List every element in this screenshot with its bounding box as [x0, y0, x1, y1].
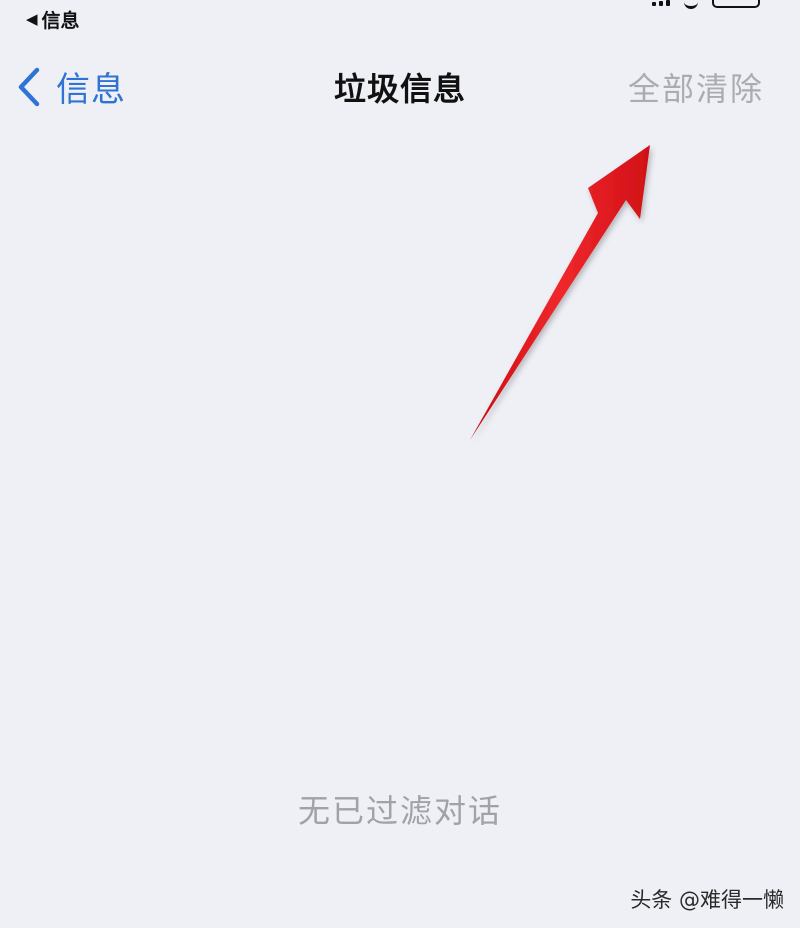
- status-bar-back-to-app[interactable]: ◀ 信息: [26, 6, 80, 33]
- wifi-icon: [684, 0, 698, 9]
- battery-icon: [712, 0, 760, 8]
- clear-all-button[interactable]: 全部清除: [628, 64, 764, 110]
- navigation-bar: 信息 垃圾信息 全部清除: [0, 50, 800, 116]
- status-indicators: [652, 0, 760, 9]
- spam-messages-screen: ◀ 信息 信息 垃圾信息 全部清除 无已过滤对话 头条 @难得一懒: [0, 0, 800, 928]
- status-bar: ◀ 信息: [0, 0, 800, 36]
- triangle-left-icon: ◀: [26, 10, 38, 28]
- status-bar-back-label: 信息: [41, 10, 80, 32]
- cellular-signal-icon: [652, 0, 670, 6]
- empty-state-message: 无已过滤对话: [297, 792, 502, 830]
- watermark: 头条 @难得一懒: [630, 888, 784, 912]
